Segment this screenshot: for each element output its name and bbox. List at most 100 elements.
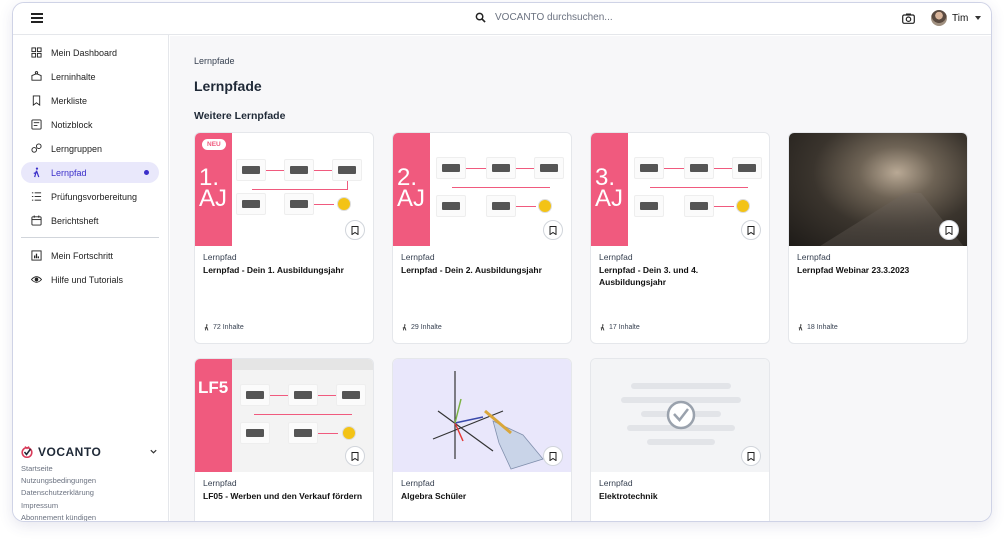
card-type: Lernpfad [401,478,435,488]
search-icon [475,12,486,23]
flow-line [314,170,332,171]
flow-node [288,384,318,406]
card-title: LF05 - Werben und den Verkauf fördern [203,491,363,501]
learning-path-card[interactable]: Lernpfad Lernpfad Webinar 23.3.2023 18 I… [788,132,968,344]
card-thumbnail: 3. AJ [591,133,769,246]
award-badge-icon [342,426,356,440]
path-icon [33,167,40,178]
bookmark-icon [747,225,755,235]
path-icon [204,324,209,331]
card-thumbnail: 2. AJ [393,133,571,246]
flow-line [266,170,284,171]
bookmark-button[interactable] [543,446,563,466]
search-bar[interactable]: VOCANTO durchsuchen... [475,12,613,23]
thumb-strip: 3. AJ [591,133,628,246]
sidebar: Mein Dashboard Lerninhalte Merkliste Not… [13,35,169,521]
flow-node [284,159,314,181]
breadcrumb[interactable]: Lernpfade [194,56,235,66]
sidebar-item-notizblock[interactable]: Notizblock [21,114,159,135]
bookmark-button[interactable] [741,220,761,240]
card-type: Lernpfad [203,252,237,262]
flow-line [516,168,534,169]
sidebar-item-dashboard[interactable]: Mein Dashboard [21,42,159,63]
flow-node [732,157,762,179]
card-type: Lernpfad [203,478,237,488]
flow-line [347,181,348,189]
section-title: Weitere Lernpfade [194,110,286,122]
flow-node [288,422,318,444]
page-title: Lernpfade [194,78,262,94]
card-count: 17 Inhalte [599,324,640,331]
footer-link-impressum[interactable]: Impressum [21,500,96,512]
calendar-icon [31,215,42,226]
path-icon [402,324,407,331]
card-count: 18 Inhalte [797,324,838,331]
flow-line [714,206,734,207]
bookmark-button[interactable] [939,220,959,240]
award-badge-icon [736,199,750,213]
footer-link-datenschutz[interactable]: Datenschutzerklärung [21,487,96,499]
bookmark-button[interactable] [345,446,365,466]
flow-node [332,159,362,181]
card-thumbnail: NEU 1. AJ [195,133,373,246]
flow-line [318,433,338,434]
flow-node [486,157,516,179]
learning-path-card[interactable]: NEU 1. AJ Lernpfad Lernpfad - Dein 1. Au… [194,132,374,344]
camera-icon[interactable] [902,13,915,24]
sidebar-item-pruefung[interactable]: Prüfungsvorbereitung [21,186,159,207]
brand-logo[interactable]: VOCANTO [21,445,101,459]
learning-path-card[interactable]: Lernpfad Elektrotechnik [590,358,770,521]
thumb-label: 2. AJ [397,164,426,212]
sidebar-item-merkliste[interactable]: Merkliste [21,90,159,111]
sidebar-item-hilfe[interactable]: Hilfe und Tutorials [21,269,159,290]
learning-path-card[interactable]: LF5 Lernpfad LF05 - Werben und den Verka… [194,358,374,521]
bookmark-button[interactable] [543,220,563,240]
bookmark-button[interactable] [741,446,761,466]
thumb-label: LF5 [198,378,229,397]
user-menu[interactable]: Tim [931,10,982,26]
active-indicator [144,170,149,175]
thumb-strip: 2. AJ [393,133,430,246]
learning-path-card[interactable]: Lernpfad Algebra Schüler [392,358,572,521]
flow-node [684,157,714,179]
sidebar-item-lernpfad[interactable]: Lernpfad [21,162,159,183]
sidebar-item-berichtsheft[interactable]: Berichtsheft [21,210,159,231]
bookmark-icon [747,451,755,461]
bookmark-icon [549,225,557,235]
flow-line [254,414,352,415]
card-title: Lernpfad - Dein 2. Ausbildungsjahr [401,265,542,275]
card-thumbnail-photo [789,133,967,246]
sidebar-item-fortschritt[interactable]: Mein Fortschritt [21,245,159,266]
card-thumbnail [393,359,571,472]
menu-icon[interactable] [31,13,43,23]
search-input[interactable]: VOCANTO durchsuchen... [495,12,613,23]
flow-node [436,157,466,179]
bookmark-icon [351,451,359,461]
footer-link-nutzung[interactable]: Nutzungsbedingungen [21,475,96,487]
learning-path-card[interactable]: 2. AJ Lernpfad Lernpfad - Dein 2. Ausbil… [392,132,572,344]
chevron-down-icon[interactable] [149,447,158,456]
footer-link-startseite[interactable]: Startseite [21,463,96,475]
caret-down-icon [975,16,982,20]
user-name: Tim [952,12,969,24]
flow-line [714,168,732,169]
learning-path-card[interactable]: 3. AJ Lernpfad Lernpfad - Dein 3. und 4.… [590,132,770,344]
bookmark-icon [549,451,557,461]
sidebar-item-lerngruppen[interactable]: Lerngruppen [21,138,159,159]
card-type: Lernpfad [599,252,633,262]
flow-node [634,195,664,217]
sidebar-divider [21,237,159,238]
award-badge-icon [337,197,351,211]
vocanto-logo-icon [21,446,33,458]
flow-node [684,195,714,217]
thumb-strip: NEU 1. AJ [195,133,232,246]
new-badge: NEU [202,139,226,150]
bookmark-button[interactable] [345,220,365,240]
chart-icon [31,250,42,261]
flow-node [284,193,314,215]
footer-link-abo[interactable]: Abonnement kündigen [21,512,96,521]
thumb-label: 1. AJ [199,164,228,212]
sidebar-item-lerninhalte[interactable]: Lerninhalte [21,66,159,87]
flow-line [314,204,334,205]
card-thumbnail: LF5 [195,359,373,472]
